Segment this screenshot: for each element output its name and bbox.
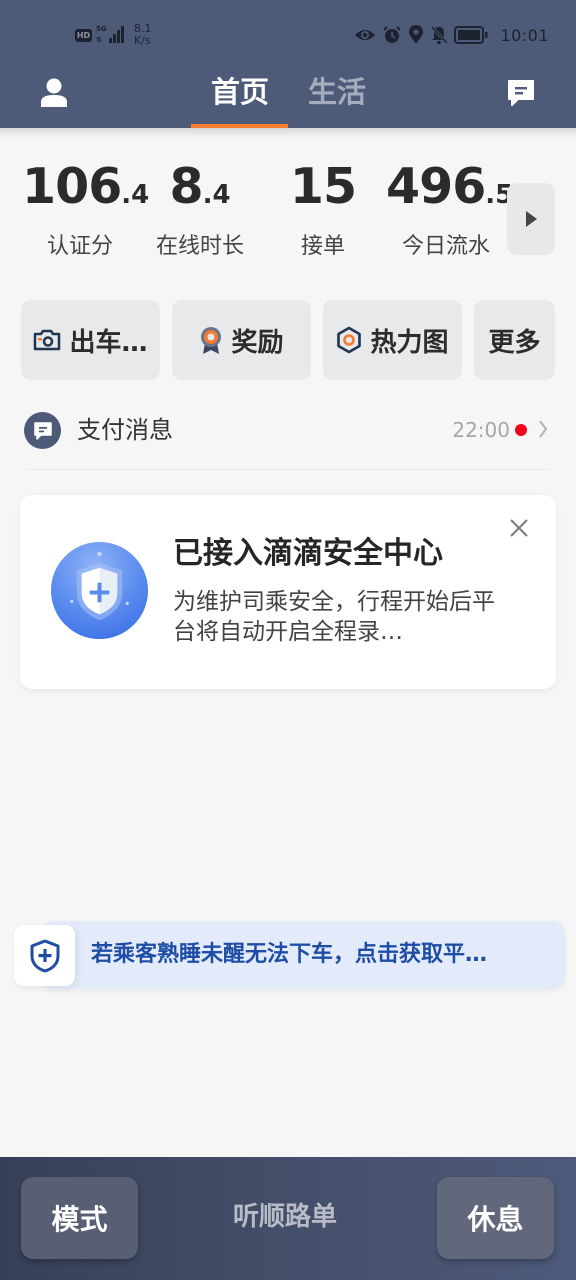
- message-time: 22:00: [452, 418, 510, 442]
- tab-home[interactable]: 首页: [211, 72, 269, 112]
- card-description: 为维护司乘安全，行程开始后平台将自动开启全程录…: [173, 589, 495, 645]
- tip-icon-box[interactable]: [14, 925, 75, 986]
- alarm-icon: [383, 26, 402, 43]
- rest-button[interactable]: 休息: [437, 1177, 554, 1259]
- hd-icon: HD: [75, 28, 92, 42]
- signal-icon: 5G ⇅: [96, 25, 126, 45]
- shield-plus-icon: [50, 541, 149, 640]
- clock: 10:01: [500, 25, 549, 45]
- mode-button[interactable]: 模式: [21, 1177, 138, 1259]
- card-title: 已接入滴滴安全中心: [173, 536, 443, 571]
- eye-icon: [355, 30, 376, 40]
- stat-orders[interactable]: 15 接单: [282, 158, 364, 262]
- stat-today-income[interactable]: 496.5 今日流水: [386, 158, 513, 262]
- stat-online-duration[interactable]: 8.4 在线时长: [150, 158, 250, 262]
- payment-message-row[interactable]: 支付消息 22:00: [24, 410, 550, 450]
- more-label: 更多: [488, 327, 541, 358]
- depart-label: 出车…: [69, 327, 148, 358]
- message-icon[interactable]: [506, 78, 536, 108]
- heatmap-label: 热力图: [370, 327, 449, 358]
- tab-life[interactable]: 生活: [308, 72, 366, 112]
- top-header: HD 5G ⇅ 8.1 K/s 10:01 首页 生活: [0, 0, 576, 129]
- unread-dot: [515, 424, 527, 436]
- stat-certification-score[interactable]: 106.4 认证分: [22, 158, 149, 262]
- bell-off-icon: [431, 25, 449, 45]
- battery-icon: [454, 26, 488, 44]
- hexagon-icon: [337, 326, 362, 354]
- stat-label: 今日流水: [401, 234, 490, 259]
- chevron-right-icon: [539, 420, 548, 438]
- more-button[interactable]: 更多: [474, 300, 555, 380]
- stats-more-button[interactable]: [507, 183, 555, 255]
- camera-icon: [34, 329, 61, 351]
- close-icon[interactable]: [508, 517, 530, 539]
- bottom-bar: 模式 听顺路单 休息: [0, 1157, 576, 1280]
- heatmap-button[interactable]: 热力图: [323, 300, 462, 380]
- header-shadow: [0, 128, 576, 138]
- user-icon[interactable]: [38, 76, 70, 108]
- play-right-icon: [526, 211, 537, 227]
- status-bar-left: HD 5G ⇅ 8.1 K/s: [75, 20, 152, 50]
- message-title: 支付消息: [77, 416, 173, 444]
- route-orders-label[interactable]: 听顺路单: [233, 1197, 337, 1237]
- depart-button[interactable]: 出车…: [21, 300, 160, 380]
- safety-center-card[interactable]: 已接入滴滴安全中心 为维护司乘安全，行程开始后平台将自动开启全程录…: [20, 495, 556, 689]
- tip-text[interactable]: 若乘客熟睡未醒无法下车，点击获取平…: [91, 938, 487, 972]
- stat-label: 接单: [300, 234, 345, 259]
- divider: [27, 469, 549, 470]
- net-speed: 8.1 K/s: [134, 22, 152, 47]
- status-bar-right: 10:01: [354, 22, 549, 48]
- stat-label: 认证分: [46, 234, 113, 259]
- stat-label: 在线时长: [155, 234, 244, 259]
- rewards-label: 奖励: [231, 327, 284, 358]
- chat-bubble-icon: [24, 412, 61, 449]
- medal-icon: [201, 327, 222, 354]
- shield-plus-icon: [30, 939, 59, 972]
- location-icon: [409, 25, 424, 44]
- rewards-button[interactable]: 奖励: [172, 300, 311, 380]
